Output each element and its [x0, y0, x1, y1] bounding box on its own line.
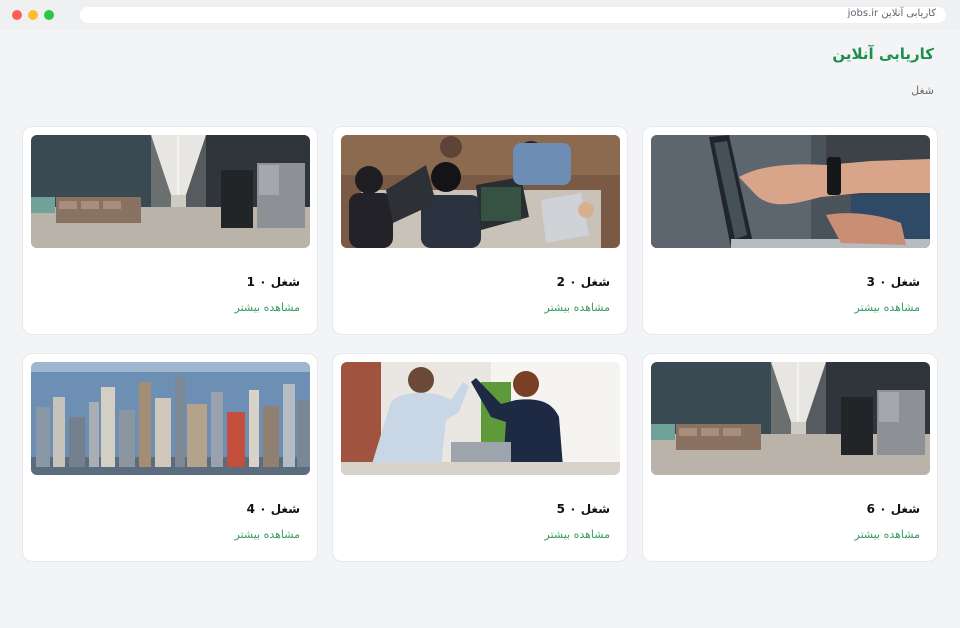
view-more-link[interactable]: مشاهده بیشتر — [545, 528, 610, 541]
maximize-window-button[interactable] — [44, 10, 54, 20]
hand-pointing-laptop-image — [651, 135, 930, 248]
browser-chrome: jobs.ir کاریابی آنلاین — [0, 0, 960, 30]
team-working-laptops-image — [341, 135, 620, 248]
job-card-image[interactable] — [31, 135, 310, 248]
close-window-button[interactable] — [12, 10, 22, 20]
job-card-title: شغل ۰ 3 — [866, 275, 920, 289]
breadcrumb: شغل — [911, 84, 934, 97]
job-card[interactable]: شغل ۰ 6 مشاهده بیشتر — [642, 353, 938, 562]
job-card-title: شغل ۰ 6 — [866, 502, 920, 516]
job-card[interactable]: شغل ۰ 5 مشاهده بیشتر — [332, 353, 628, 562]
job-card-image[interactable] — [341, 362, 620, 475]
job-card[interactable]: شغل ۰ 3 مشاهده بیشتر — [642, 126, 938, 335]
job-card-title: شغل ۰ 4 — [246, 502, 300, 516]
city-skyline-image — [31, 362, 310, 475]
office-corridor-image — [651, 362, 930, 475]
office-corridor-image — [31, 135, 310, 248]
address-bar-text: jobs.ir کاریابی آنلاین — [847, 8, 936, 19]
view-more-link[interactable]: مشاهده بیشتر — [235, 528, 300, 541]
job-card-image[interactable] — [341, 135, 620, 248]
address-bar[interactable]: jobs.ir کاریابی آنلاین — [80, 7, 946, 23]
site-title[interactable]: کاریابی آنلاین — [832, 45, 934, 63]
window-controls — [12, 10, 54, 20]
job-card-image[interactable] — [651, 362, 930, 475]
view-more-link[interactable]: مشاهده بیشتر — [855, 528, 920, 541]
job-card[interactable]: شغل ۰ 4 مشاهده بیشتر — [22, 353, 318, 562]
view-more-link[interactable]: مشاهده بیشتر — [545, 301, 610, 314]
view-more-link[interactable]: مشاهده بیشتر — [855, 301, 920, 314]
job-card-title: شغل ۰ 2 — [556, 275, 610, 289]
job-card[interactable]: شغل ۰ 2 مشاهده بیشتر — [332, 126, 628, 335]
job-card[interactable]: شغل ۰ 1 مشاهده بیشتر — [22, 126, 318, 335]
view-more-link[interactable]: مشاهده بیشتر — [235, 301, 300, 314]
coworkers-high-five-image — [341, 362, 620, 475]
job-card-title: شغل ۰ 5 — [556, 502, 610, 516]
minimize-window-button[interactable] — [28, 10, 38, 20]
job-card-image[interactable] — [651, 135, 930, 248]
job-card-title: شغل ۰ 1 — [246, 275, 300, 289]
job-card-image[interactable] — [31, 362, 310, 475]
